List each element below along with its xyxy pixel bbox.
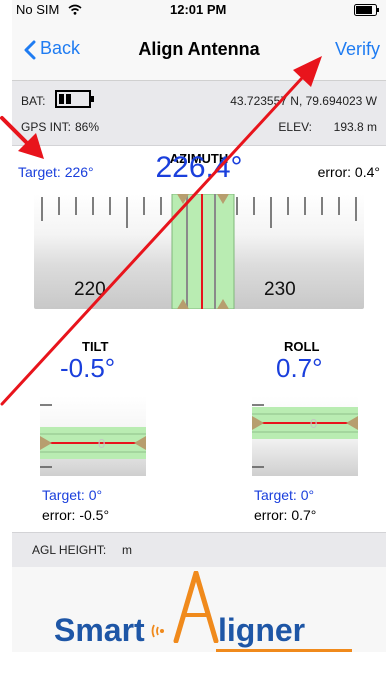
annotation-overlay bbox=[0, 56, 322, 406]
arrow-icon bbox=[0, 116, 44, 159]
arrow-icon bbox=[0, 56, 322, 406]
